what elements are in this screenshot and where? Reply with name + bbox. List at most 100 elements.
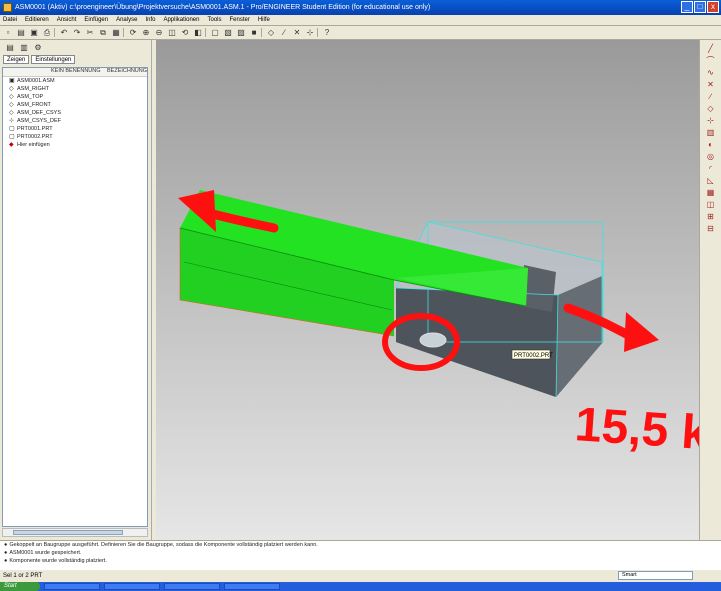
- model-view: PRT0002.PRT 15,5 kN: [178, 190, 699, 463]
- datum-planes-icon[interactable]: ◇: [265, 27, 277, 38]
- open-folder-icon[interactable]: ▤: [15, 27, 27, 38]
- coordinate-system-icon: ⊹: [9, 118, 15, 124]
- tree-toolbar: ▤ ▥ ⚙: [0, 40, 152, 54]
- start-button[interactable]: Start: [0, 582, 40, 591]
- chamfer-icon[interactable]: ◺: [705, 176, 717, 186]
- info-icon: ●: [4, 550, 8, 556]
- tree-item-part[interactable]: ▢ PRT0002.PRT: [3, 133, 147, 141]
- zoom-in-icon[interactable]: ⊕: [140, 27, 152, 38]
- toolbar-separator: [317, 28, 320, 37]
- datum-axis-icon[interactable]: ∕: [705, 92, 717, 102]
- revolve-icon[interactable]: ◐: [705, 140, 717, 150]
- tree-folder-icon[interactable]: ▤: [4, 42, 16, 53]
- menu-analyse[interactable]: Analyse: [116, 17, 137, 23]
- tree-col-bezeichnung[interactable]: BEZEICHNUNG: [103, 68, 147, 76]
- tree-settings-icon[interactable]: ⚙: [32, 42, 44, 53]
- no-hidden-icon[interactable]: ▨: [235, 27, 247, 38]
- main-toolbar: ▫ ▤ ▣ ⎙ ↶ ↷ ✂ ⧉ ▦ ⟳ ⊕ ⊖ ◫ ⟲ ◧ ▢ ▧ ▨ ■ ◇ …: [0, 26, 721, 40]
- extrude-icon[interactable]: ▥: [705, 128, 717, 138]
- tree-item-datum[interactable]: ◇ ASM_TOP: [3, 93, 147, 101]
- hidden-line-icon[interactable]: ▧: [222, 27, 234, 38]
- scrollbar-thumb[interactable]: [13, 530, 123, 535]
- cut-icon[interactable]: ✂: [84, 27, 96, 38]
- paste-icon[interactable]: ▦: [110, 27, 122, 38]
- save-icon[interactable]: ▣: [28, 27, 40, 38]
- datum-points-icon[interactable]: ✕: [291, 27, 303, 38]
- menu-fenster[interactable]: Fenster: [230, 17, 250, 23]
- tree-item-assembly[interactable]: ▣ ASM0001.ASM: [3, 77, 147, 85]
- orient-icon[interactable]: ⟲: [179, 27, 191, 38]
- pattern-icon[interactable]: ▦: [705, 188, 717, 198]
- taskbar-item[interactable]: [164, 583, 220, 590]
- datum-plane-icon: ◇: [9, 102, 14, 108]
- tree-columns-icon[interactable]: ▥: [18, 42, 30, 53]
- datum-point-icon[interactable]: ✕: [705, 80, 717, 90]
- minimize-button[interactable]: _: [681, 1, 693, 13]
- graphics-viewport[interactable]: PRT0002.PRT 15,5 kN: [156, 40, 699, 540]
- sketch-spline-icon[interactable]: ∿: [705, 68, 717, 78]
- wireframe-icon[interactable]: ▢: [209, 27, 221, 38]
- csys-icon[interactable]: ⊹: [705, 116, 717, 126]
- info-icon: ●: [4, 542, 8, 548]
- shading-icon[interactable]: ■: [248, 27, 260, 38]
- menu-applikationen[interactable]: Applikationen: [163, 17, 199, 23]
- coordinate-systems-icon[interactable]: ⊹: [304, 27, 316, 38]
- tab-einstellungen[interactable]: Einstellungen: [31, 55, 76, 64]
- right-toolbar: ╱ ⌒ ∿ ✕ ∕ ◇ ⊹ ▥ ◐ ◎ ◜ ◺ ▦ ◫ ⊞ ⊟: [699, 40, 721, 540]
- menu-einfuegen[interactable]: Einfügen: [84, 17, 108, 23]
- component-assemble-icon[interactable]: ⊞: [705, 212, 717, 222]
- menu-datei[interactable]: Datei: [3, 17, 17, 23]
- component-tooltip: PRT0002.PRT: [514, 353, 553, 359]
- tree-horizontal-scrollbar[interactable]: [2, 528, 148, 537]
- regenerate-icon[interactable]: ⟳: [127, 27, 139, 38]
- tree-item-datum[interactable]: ◇ ASM_FRONT: [3, 101, 147, 109]
- menu-info[interactable]: Info: [145, 17, 155, 23]
- taskbar-item[interactable]: [44, 583, 100, 590]
- selection-filter-select[interactable]: Smart: [618, 571, 693, 580]
- menu-editieren[interactable]: Editieren: [25, 17, 49, 23]
- datum-axes-icon[interactable]: ∕: [278, 27, 290, 38]
- maximize-button[interactable]: □: [694, 1, 706, 13]
- tree-col-benennung[interactable]: KEIN BENENNUNG: [47, 68, 103, 76]
- close-button[interactable]: x: [707, 1, 719, 13]
- menu-hilfe[interactable]: Hilfe: [258, 17, 270, 23]
- model-tree-panel: ▤ ▥ ⚙ Zeigen Einstellungen KEIN BENENNUN…: [0, 40, 152, 540]
- new-file-icon[interactable]: ▫: [2, 27, 14, 38]
- tree-item-csys[interactable]: ⊹ ASM_CSYS_DEF: [3, 117, 147, 125]
- tree-col-name[interactable]: [3, 68, 47, 76]
- mirror-icon[interactable]: ◫: [705, 200, 717, 210]
- tree-item-part[interactable]: ▢ PRT0001.PRT: [3, 125, 147, 133]
- refit-icon[interactable]: ◫: [166, 27, 178, 38]
- copy-icon[interactable]: ⧉: [97, 27, 109, 38]
- title-bar: ASM0001 (Aktiv) c:\proengineer\Übung\Pro…: [0, 0, 721, 15]
- taskbar: Start: [0, 582, 721, 591]
- tree-header: KEIN BENENNUNG BEZEICHNUNG: [3, 68, 147, 77]
- toolbar-separator: [54, 28, 57, 37]
- hole-icon[interactable]: ◎: [705, 152, 717, 162]
- redo-icon[interactable]: ↷: [71, 27, 83, 38]
- datum-plane-icon[interactable]: ◇: [705, 104, 717, 114]
- help-icon[interactable]: ?: [321, 27, 333, 38]
- sketch-line-icon[interactable]: ╱: [705, 44, 717, 54]
- undo-icon[interactable]: ↶: [58, 27, 70, 38]
- window-title: ASM0001 (Aktiv) c:\proengineer\Übung\Pro…: [15, 4, 431, 11]
- taskbar-item[interactable]: [224, 583, 280, 590]
- round-icon[interactable]: ◜: [705, 164, 717, 174]
- tab-zeigen[interactable]: Zeigen: [3, 55, 30, 64]
- part-icon: ▢: [9, 126, 15, 132]
- status-bar: Sel 1 or 2 PRT Smart: [0, 570, 721, 582]
- print-icon[interactable]: ⎙: [41, 27, 53, 38]
- taskbar-item[interactable]: [104, 583, 160, 590]
- tree-item-insert-here[interactable]: ◆ Hier einfügen: [3, 141, 147, 149]
- menu-ansicht[interactable]: Ansicht: [57, 17, 77, 23]
- component-create-icon[interactable]: ⊟: [705, 224, 717, 234]
- message-line: ● ASM0001 wurde gespeichert.: [4, 550, 82, 556]
- menu-tools[interactable]: Tools: [207, 17, 221, 23]
- sketch-arc-icon[interactable]: ⌒: [705, 56, 717, 66]
- zoom-out-icon[interactable]: ⊖: [153, 27, 165, 38]
- menu-bar: Datei Editieren Ansicht Einfügen Analyse…: [0, 15, 721, 26]
- tree-item-datum[interactable]: ◇ ASM_DEF_CSYS: [3, 109, 147, 117]
- tree-item-datum[interactable]: ◇ ASM_RIGHT: [3, 85, 147, 93]
- saved-views-icon[interactable]: ◧: [192, 27, 204, 38]
- toolbar-separator: [261, 28, 264, 37]
